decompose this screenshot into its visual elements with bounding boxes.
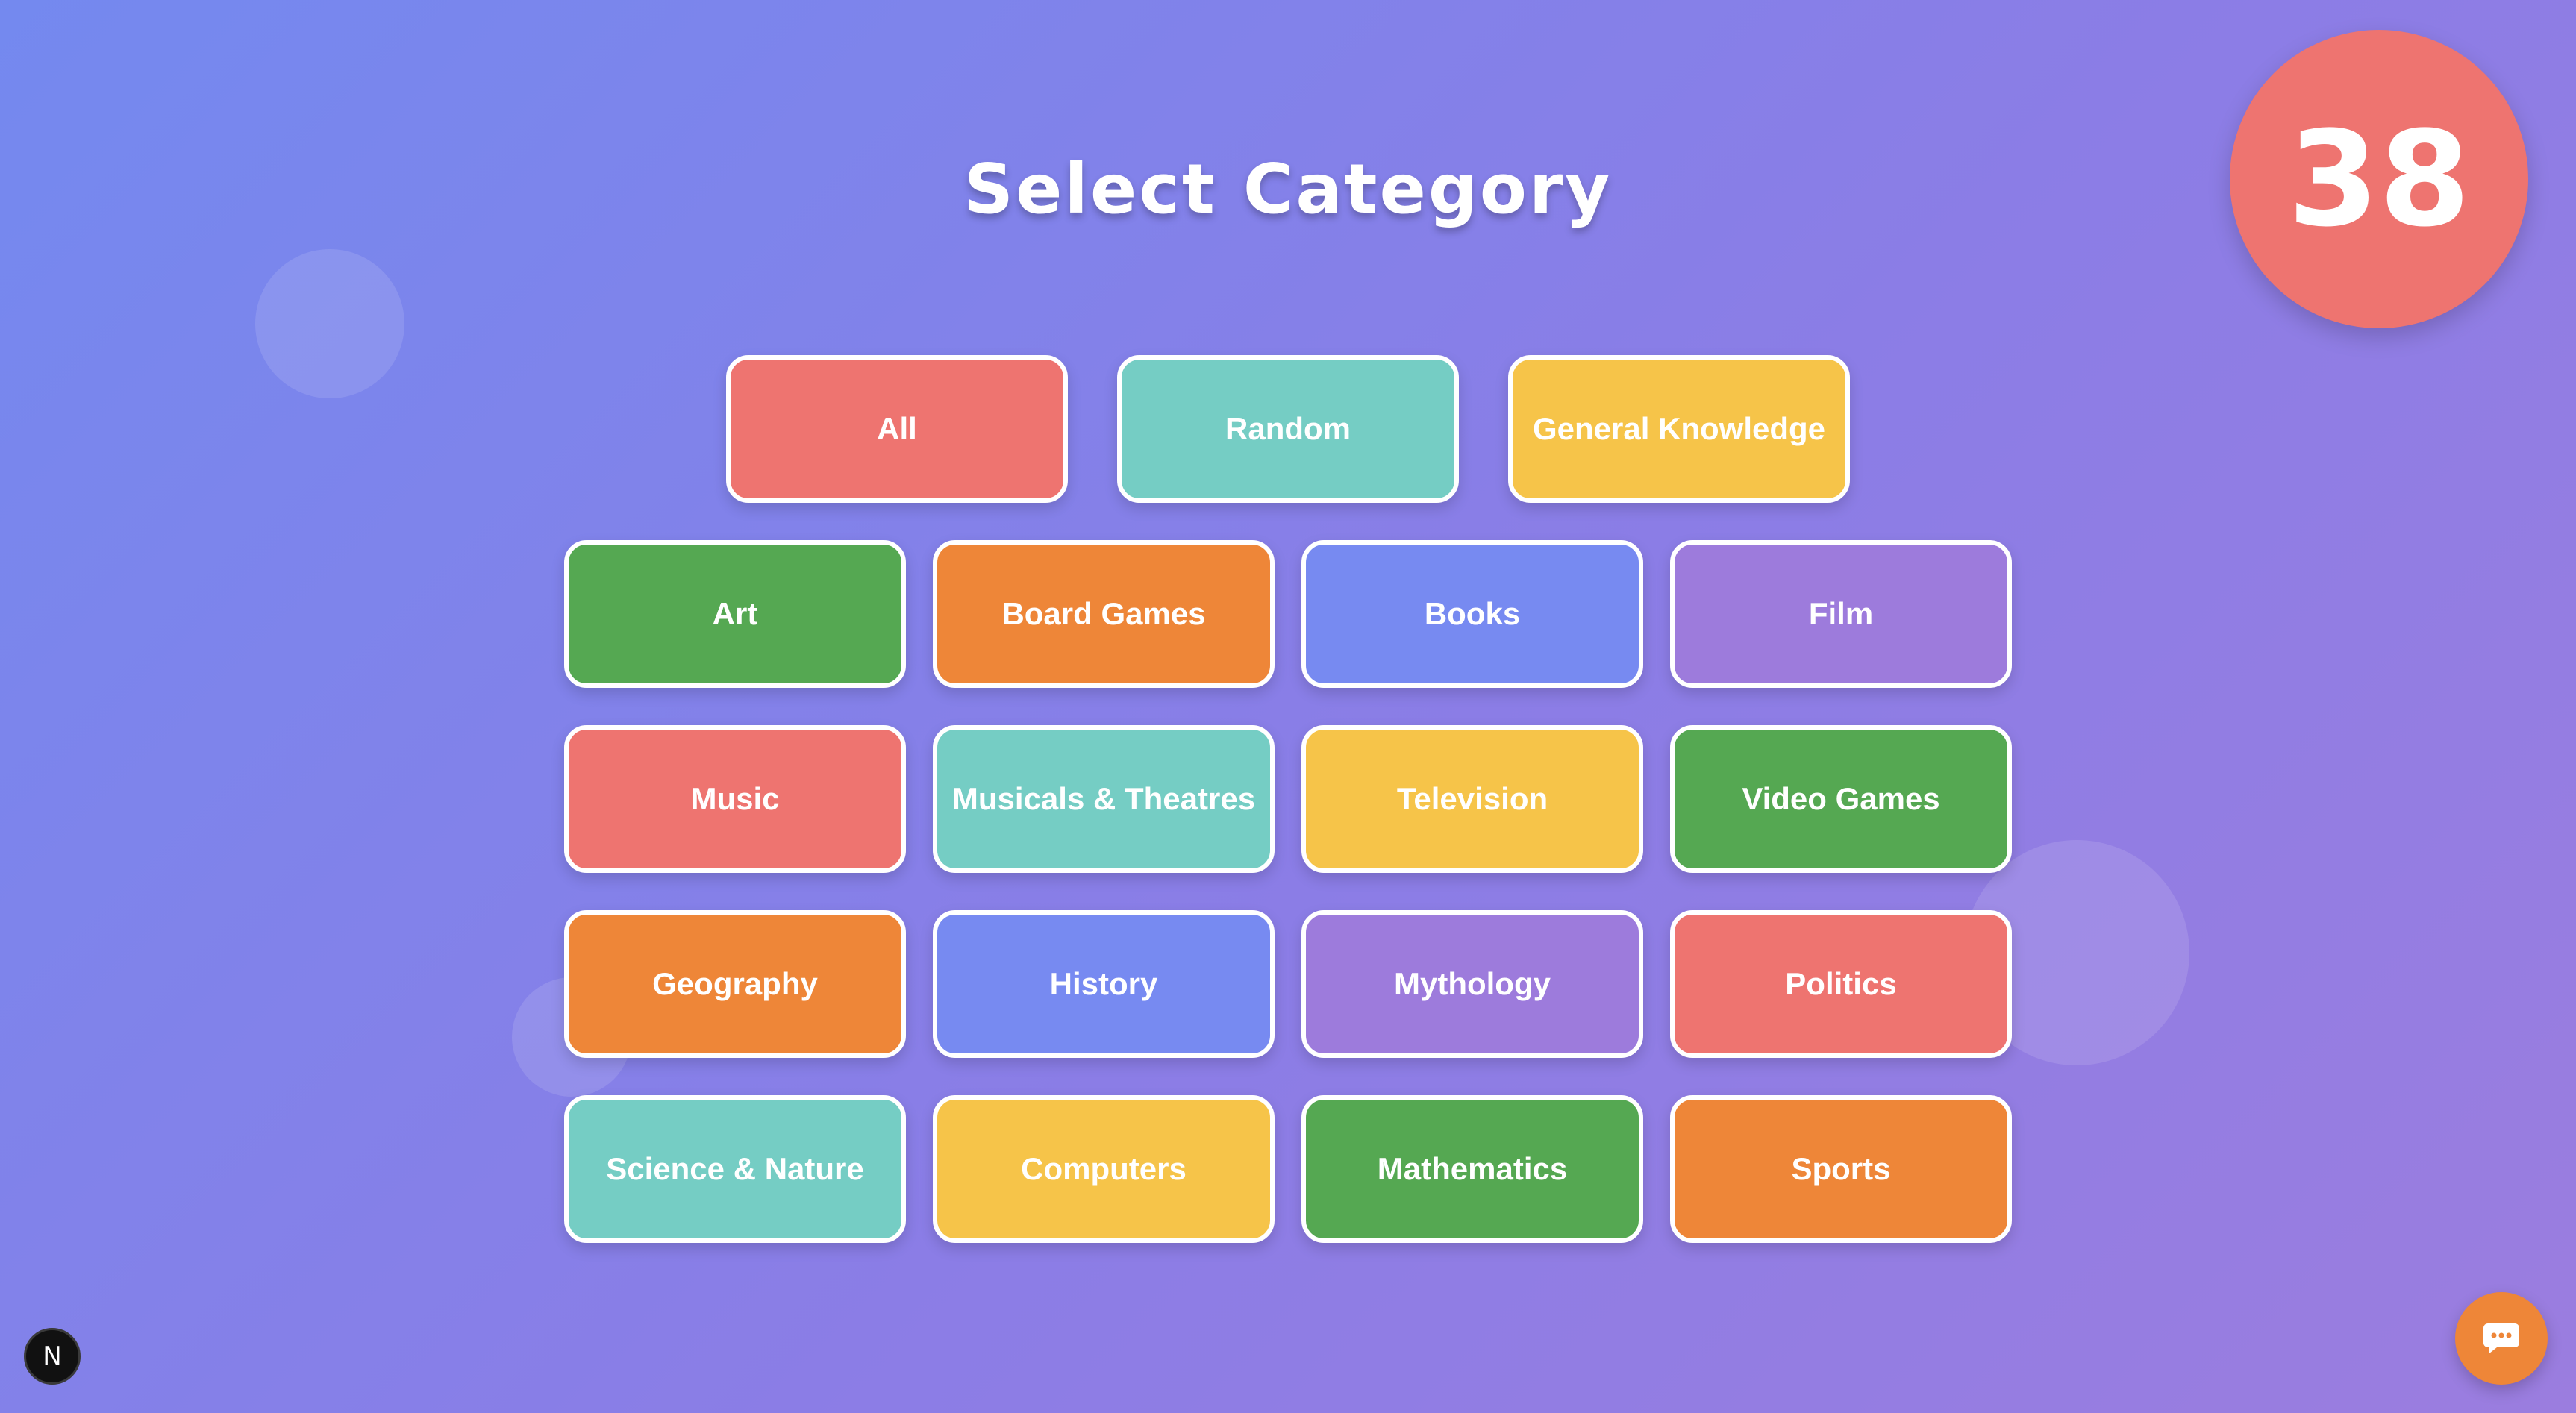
category-button-musicals-theatres[interactable]: Musicals & Theatres — [933, 725, 1275, 873]
category-button-mathematics[interactable]: Mathematics — [1301, 1095, 1643, 1243]
countdown-timer: 38 — [2230, 30, 2528, 328]
category-button-sports[interactable]: Sports — [1670, 1095, 2012, 1243]
timer-value: 38 — [2287, 102, 2471, 256]
category-label: Sports — [1791, 1151, 1891, 1186]
category-label: Art — [712, 596, 758, 631]
category-label: General Knowledge — [1532, 411, 1826, 446]
category-button-geography[interactable]: Geography — [564, 910, 906, 1058]
category-button-computers[interactable]: Computers — [933, 1095, 1275, 1243]
chat-button[interactable] — [2455, 1292, 2548, 1385]
category-label: Music — [690, 781, 780, 816]
category-label: History — [1049, 966, 1158, 1001]
category-button-television[interactable]: Television — [1301, 725, 1643, 873]
category-label: Random — [1225, 411, 1351, 446]
category-label: Geography — [652, 966, 818, 1001]
category-label: Television — [1396, 781, 1548, 816]
category-button-mythology[interactable]: Mythology — [1301, 910, 1643, 1058]
category-button-music[interactable]: Music — [564, 725, 906, 873]
category-button-art[interactable]: Art — [564, 540, 906, 688]
category-label: All — [877, 411, 917, 446]
category-row: Science & Nature Computers Mathematics S… — [0, 1095, 2576, 1243]
category-label: Film — [1808, 596, 1874, 631]
page-title: Select Category — [963, 149, 1613, 229]
category-label: Mathematics — [1377, 1151, 1568, 1186]
category-row: Music Musicals & Theatres Television Vid… — [0, 725, 2576, 873]
category-label: Board Games — [1001, 596, 1206, 631]
category-button-books[interactable]: Books — [1301, 540, 1643, 688]
badge-letter: N — [43, 1341, 62, 1371]
category-label: Books — [1424, 596, 1521, 631]
category-button-video-games[interactable]: Video Games — [1670, 725, 2012, 873]
category-label: Science & Nature — [606, 1151, 864, 1186]
category-label: Computers — [1021, 1151, 1187, 1186]
category-button-science-nature[interactable]: Science & Nature — [564, 1095, 906, 1243]
category-label: Mythology — [1394, 966, 1551, 1001]
category-row: Geography History Mythology Politics — [0, 910, 2576, 1058]
category-button-all[interactable]: All — [726, 355, 1068, 503]
category-button-history[interactable]: History — [933, 910, 1275, 1058]
category-button-politics[interactable]: Politics — [1670, 910, 2012, 1058]
category-label: Musicals & Theatres — [951, 781, 1256, 816]
nextjs-logo-icon[interactable]: N — [24, 1328, 81, 1385]
chat-bubble-icon — [2483, 1323, 2519, 1353]
category-row: Art Board Games Books Film — [0, 540, 2576, 688]
category-button-film[interactable]: Film — [1670, 540, 2012, 688]
category-button-board-games[interactable]: Board Games — [933, 540, 1275, 688]
top-category-row: All Random General Knowledge — [0, 355, 2576, 503]
category-button-general-knowledge[interactable]: General Knowledge — [1508, 355, 1850, 503]
category-label: Politics — [1785, 966, 1897, 1001]
category-button-random[interactable]: Random — [1117, 355, 1459, 503]
category-label: Video Games — [1742, 781, 1940, 816]
